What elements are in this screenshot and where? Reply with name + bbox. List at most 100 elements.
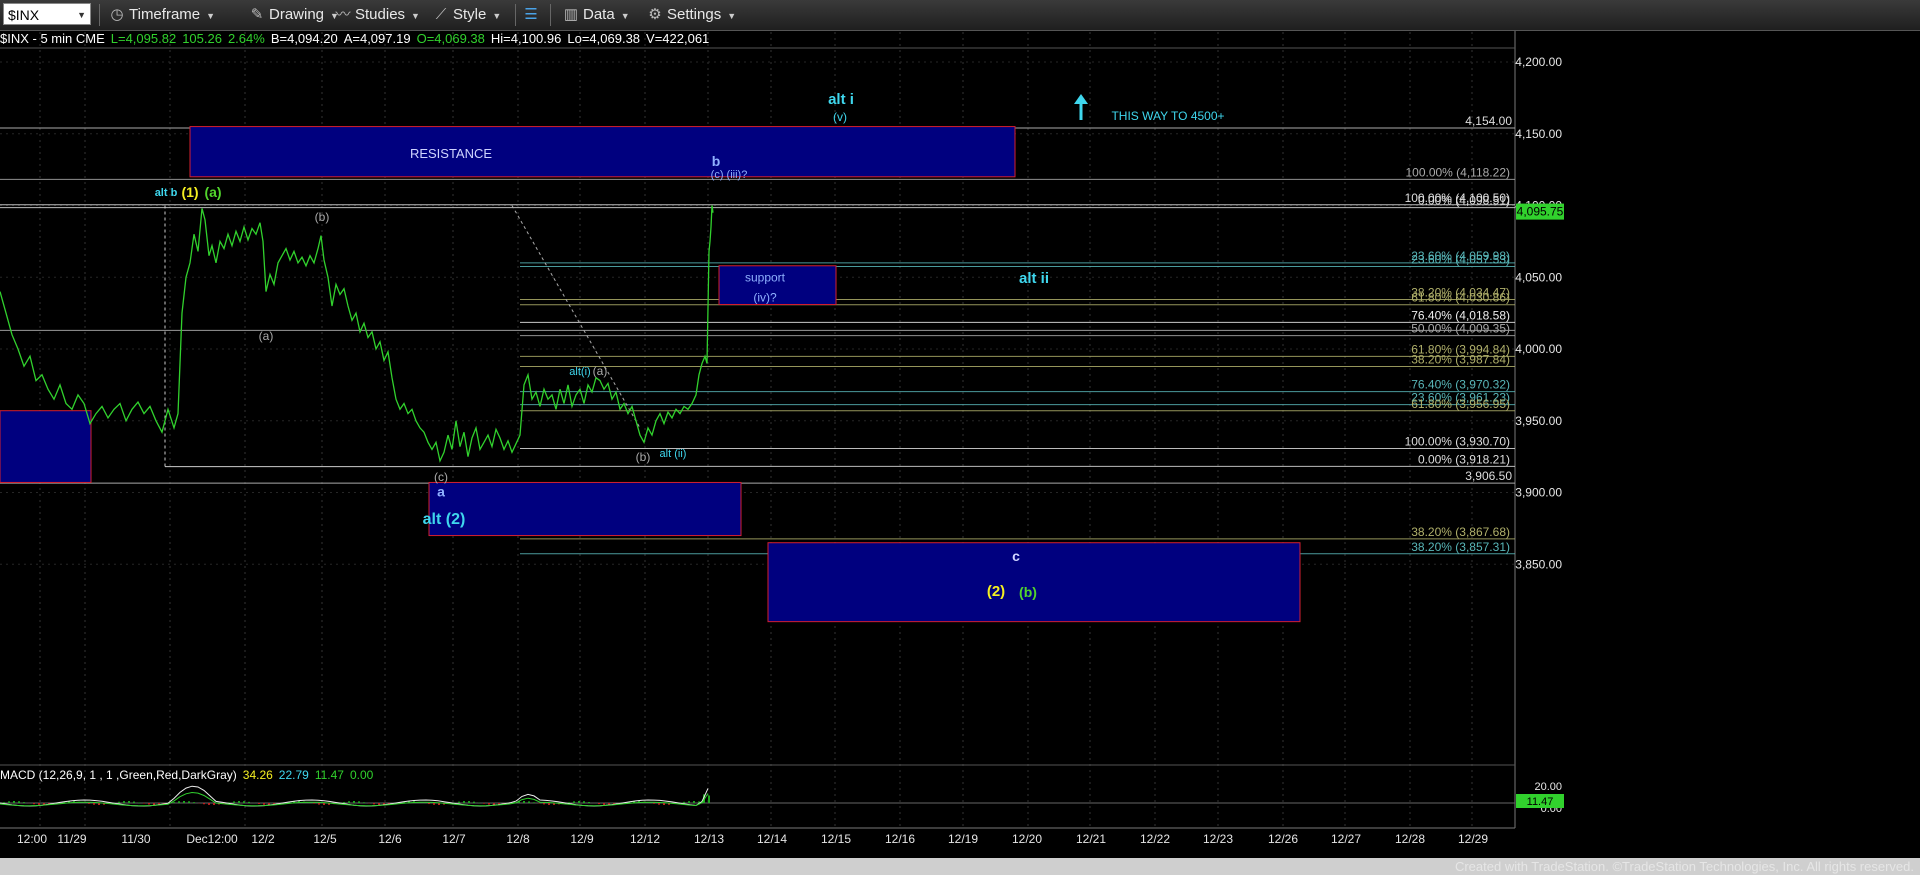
wave-label: (a) xyxy=(259,329,274,343)
info-bid: B=4,094.20 xyxy=(270,31,338,46)
wave-c-label: c xyxy=(1012,548,1020,564)
macd-value-4: 0.00 xyxy=(349,768,374,782)
zone-left xyxy=(0,410,92,483)
toolbar-divider xyxy=(550,4,551,26)
wave-label: (b) xyxy=(1019,584,1037,600)
symbol-text: $INX xyxy=(8,7,40,23)
wave-label: (b) xyxy=(315,210,330,224)
x-tick-label: 12/14 xyxy=(757,832,787,846)
timeframe-label: Timeframe xyxy=(129,6,201,23)
y-tick-label: 3,900.00 xyxy=(1515,486,1562,500)
x-tick-label: 12/15 xyxy=(821,832,851,846)
caret-down-icon: ▼ xyxy=(727,11,737,21)
macd-value-3: 11.47 xyxy=(314,768,344,782)
macd-value-1: 34.26 xyxy=(242,768,273,782)
y-tick-label: 4,000.00 xyxy=(1515,342,1562,356)
y-tick-label: 4,050.00 xyxy=(1515,270,1562,284)
fib-label: 50.00% (4,009.35) xyxy=(1411,322,1510,336)
fib-label: 23.60% (4,057.53) xyxy=(1411,252,1510,266)
pencil-icon: ✎ xyxy=(250,6,264,23)
style-icon: ⟋ xyxy=(435,6,447,23)
y-tick-label: 4,200.00 xyxy=(1515,55,1562,69)
toolbar: $INX ▼ ◷ Timeframe ▼ ✎ Drawing ▼ 〰 Studies ▼ ⟋… xyxy=(0,0,1920,31)
clock-icon: ◷ xyxy=(110,6,124,23)
x-tick-label: Dec12:00 xyxy=(186,832,238,846)
info-symbol: $INX - 5 min CME xyxy=(0,31,105,46)
timeframe-menu[interactable]: ◷ Timeframe ▼ xyxy=(108,0,215,30)
drawing-menu[interactable]: ✎ Drawing ▼ xyxy=(248,0,339,30)
chevron-down-icon[interactable]: ▼ xyxy=(77,4,86,26)
fib-label: 61.80% (4,030.86) xyxy=(1411,291,1510,305)
studies-icon: 〰 xyxy=(335,6,351,23)
settings-menu[interactable]: ⚙ Settings ▼ xyxy=(646,0,736,30)
fib-label: 100.00% (3,930.70) xyxy=(1405,434,1510,448)
zone-wave-c xyxy=(767,542,1301,623)
wave-label: (b) xyxy=(636,450,651,464)
fib-label: 76.40% (4,018.58) xyxy=(1411,308,1510,322)
last-price-label: 4,095.75 xyxy=(1517,205,1564,219)
price-chart[interactable]: 100.00% (4,118.22)100.00% (4,100.50)0.00… xyxy=(0,0,1920,875)
zone-resistance xyxy=(189,126,1016,178)
x-tick-label: 12/22 xyxy=(1140,832,1170,846)
wave-label: (v) xyxy=(833,110,847,124)
fib-label: 0.00% (3,918.21) xyxy=(1418,452,1510,466)
x-tick-label: 12/26 xyxy=(1268,832,1298,846)
macd-last-label: 11.47 xyxy=(1527,796,1554,808)
wave-label: alt (ii) xyxy=(660,448,687,460)
y-tick-label: 4,150.00 xyxy=(1515,127,1562,141)
layout-icon: ☰ xyxy=(524,6,538,23)
settings-label: Settings xyxy=(667,6,722,23)
data-menu[interactable]: ▥ Data ▼ xyxy=(562,0,630,30)
wave-label: (a) xyxy=(204,184,221,200)
style-menu[interactable]: ⟋ Style ▼ xyxy=(432,0,502,30)
drawing-label: Drawing xyxy=(269,6,325,23)
macd-info-bar: MACD (12,26,9, 1 , 1 ,Green,Red,DarkGray… xyxy=(0,768,379,784)
support-label: support xyxy=(745,270,786,284)
fib-label: 100.00% (4,118.22) xyxy=(1405,165,1510,179)
y-tick-label: 3,950.00 xyxy=(1515,414,1562,428)
x-tick-label: 12/2 xyxy=(251,832,275,846)
info-volume: V=422,061 xyxy=(646,31,710,46)
x-tick-label: 12/28 xyxy=(1395,832,1425,846)
bar-chart-icon: ▥ xyxy=(563,6,579,23)
fib-label: 61.80% (3,956.95) xyxy=(1411,397,1510,411)
wave-label: alt ii xyxy=(1019,270,1049,287)
toolbar-divider xyxy=(515,4,516,26)
x-tick-label: 11/30 xyxy=(121,832,150,846)
x-tick-label: 12/9 xyxy=(570,832,594,846)
symbol-input[interactable]: $INX ▼ xyxy=(3,3,91,25)
price-ref-label: 3,906.50 xyxy=(1465,469,1512,483)
caret-down-icon: ▼ xyxy=(620,11,630,21)
x-tick-label: 12/8 xyxy=(506,832,530,846)
fib-label: 38.20% (3,867.68) xyxy=(1411,525,1510,539)
studies-menu[interactable]: 〰 Studies ▼ xyxy=(334,0,420,30)
layout-button[interactable]: ☰ xyxy=(522,0,543,30)
wave-label: alt i xyxy=(828,91,854,108)
fib-label: 76.40% (3,970.32) xyxy=(1411,378,1510,392)
zone-alt2 xyxy=(428,481,742,537)
x-tick-label: 12/12 xyxy=(630,832,660,846)
toolbar-divider xyxy=(99,4,100,26)
x-tick-label: 11/29 xyxy=(57,832,86,846)
x-tick-label: 12/16 xyxy=(885,832,915,846)
wave-label: THIS WAY TO 4500+ xyxy=(1111,109,1224,123)
x-tick-label: 12/21 xyxy=(1076,832,1106,846)
x-tick-label: 12/5 xyxy=(313,832,337,846)
x-tick-label: 12/19 xyxy=(948,832,978,846)
wave-a-label: a xyxy=(437,484,445,500)
info-high: Hi=4,100.96 xyxy=(490,31,562,46)
wave-label: b xyxy=(712,153,721,169)
caret-down-icon: ▼ xyxy=(206,11,216,21)
quote-info-bar: $INX - 5 min CME L=4,095.82 105.26 2.64% B=4… xyxy=(0,31,715,47)
fib-label: 38.20% (3,987.84) xyxy=(1411,352,1510,366)
price-ref-label: 4,154.00 xyxy=(1465,114,1512,128)
style-label: Style xyxy=(453,6,487,23)
x-tick-label: 12/29 xyxy=(1458,832,1488,846)
x-tick-label: 12:00 xyxy=(17,832,47,846)
fib-label: 0.00% (4,098.51) xyxy=(1418,194,1510,208)
info-last: L=4,095.82 xyxy=(110,31,177,46)
wave-label: alt b xyxy=(155,187,178,199)
caret-down-icon: ▼ xyxy=(411,11,420,21)
gear-icon: ⚙ xyxy=(648,6,662,23)
wave-label: (c) (iii)? xyxy=(711,169,748,181)
